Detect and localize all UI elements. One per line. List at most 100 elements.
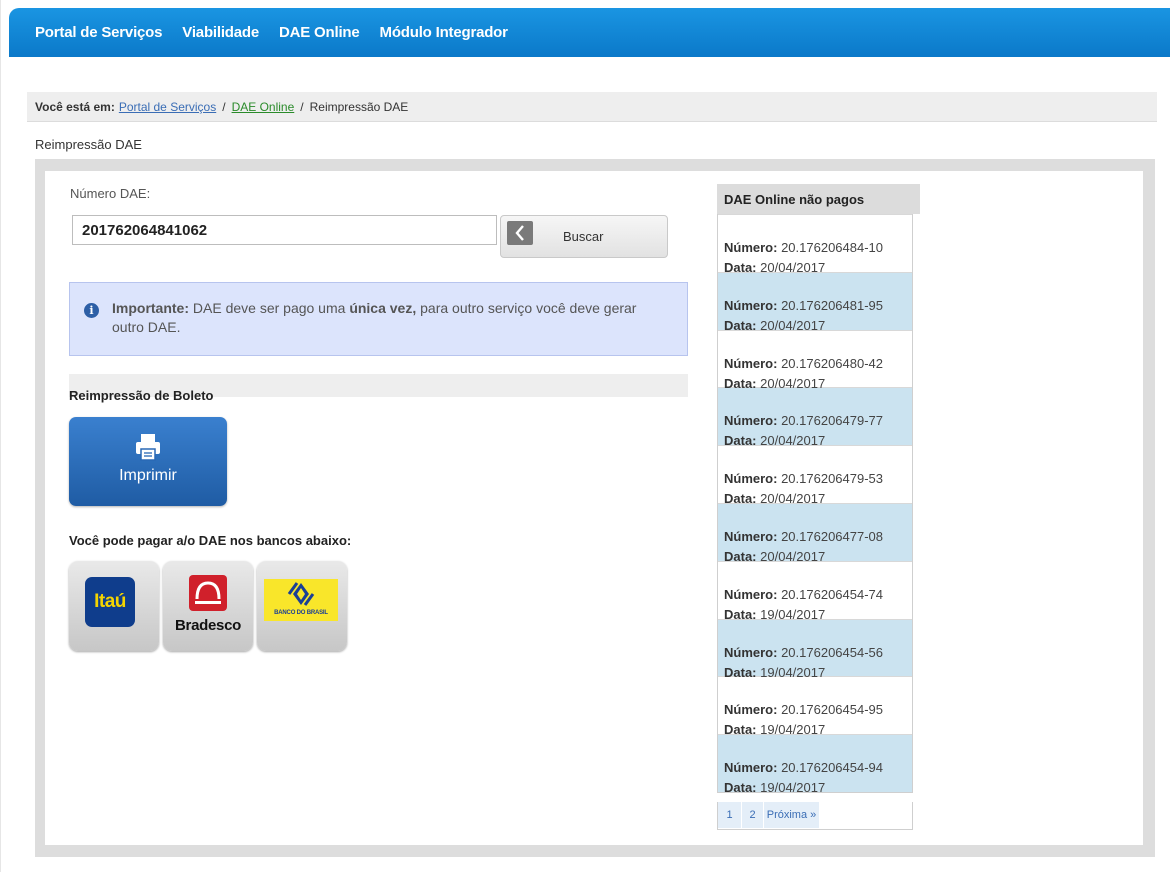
main-panel: Número DAE: Buscar i Importante: DAE dev… (35, 159, 1155, 857)
dae-number-line: Número: 20.176206479-77 (724, 411, 912, 431)
banco-do-brasil-logo: BANCO DO BRASIL (264, 579, 338, 621)
reprint-section-title: Reimpressão de Boleto (69, 388, 214, 403)
breadcrumb-separator: / (222, 99, 226, 114)
itau-logo: Itaú (85, 577, 135, 627)
nav-viabilidade[interactable]: Viabilidade (182, 24, 259, 41)
breadcrumb-label: Você está em: (35, 99, 115, 114)
dae-number-line: Número: 20.176206477-08 (724, 527, 912, 547)
numero-label: Número: (724, 240, 778, 255)
info-icon: i (84, 303, 99, 318)
banco-do-brasil-logo-text: BANCO DO BRASIL (274, 610, 328, 616)
data-label: Data: (724, 606, 757, 622)
dae-number-value: 20.176206454-94 (781, 760, 884, 776)
page-1-link[interactable]: 1 (718, 802, 742, 828)
dae-number-line: Número: 20.176206454-74 (724, 585, 912, 605)
nav-portal-servicos[interactable]: Portal de Serviços (35, 24, 162, 41)
data-label: Data: (724, 260, 757, 275)
dae-number-value: 20.176206477-08 (781, 528, 884, 544)
main-panel-content: Número DAE: Buscar i Importante: DAE dev… (45, 171, 1143, 845)
dae-date-value: 20/04/2017 (760, 260, 826, 275)
unpaid-dae-panel: DAE Online não pagos Número: 20.17620648… (717, 184, 920, 830)
numero-label: Número: (724, 528, 778, 544)
numero-label: Número: (724, 702, 778, 718)
printer-icon (136, 434, 160, 461)
banks-title: Você pode pagar a/o DAE nos bancos abaix… (69, 533, 352, 548)
dae-number-input[interactable] (72, 215, 497, 245)
nav-dae-online[interactable]: DAE Online (279, 24, 360, 41)
breadcrumb-current: Reimpressão DAE (309, 99, 409, 114)
pagination: 1 2 Próxima » (717, 802, 913, 830)
dae-date-value: 20/04/2017 (760, 317, 826, 333)
dae-number-line: Número: 20.176206479-53 (724, 469, 912, 489)
dae-date-value: 19/04/2017 (760, 780, 826, 796)
print-button-label: Imprimir (119, 467, 177, 484)
data-label: Data: (724, 548, 757, 564)
bradesco-logo-text: Bradesco (175, 617, 241, 634)
alert-lead: Importante: (112, 300, 189, 316)
dae-number-line: Número: 20.176206484-10 (724, 238, 912, 258)
alert-text: Importante: DAE deve ser pago uma única … (112, 300, 636, 335)
unpaid-dae-item[interactable]: Número: 20.176206454-56 Data: 19/04/2017 (718, 618, 912, 680)
breadcrumb-dae-online-link[interactable]: DAE Online (232, 100, 295, 114)
dae-number-line: Número: 20.176206454-95 (724, 700, 912, 720)
dae-date-value: 19/04/2017 (760, 722, 826, 738)
important-alert: i Importante: DAE deve ser pago uma únic… (69, 282, 688, 356)
chevron-left-icon (507, 221, 533, 245)
data-label: Data: (724, 433, 757, 449)
unpaid-dae-item[interactable]: Número: 20.176206481-95 Data: 20/04/2017 (718, 271, 912, 333)
dae-date-value: 20/04/2017 (760, 491, 826, 507)
dae-number-line: Número: 20.176206454-94 (724, 758, 912, 778)
next-page-link[interactable]: Próxima » (764, 802, 820, 828)
data-label: Data: (724, 664, 757, 680)
data-label: Data: (724, 375, 757, 391)
breadcrumb-portal-link[interactable]: Portal de Serviços (119, 100, 216, 114)
bradesco-logo (189, 575, 227, 611)
page-2-link[interactable]: 2 (742, 802, 764, 828)
dae-number-value: 20.176206454-95 (781, 702, 884, 718)
numero-label: Número: (724, 355, 778, 371)
dae-date-value: 19/04/2017 (760, 664, 826, 680)
data-label: Data: (724, 780, 757, 796)
dae-number-value: 20.176206484-10 (781, 240, 884, 255)
dae-number-value: 20.176206481-95 (781, 297, 884, 313)
numero-label: Número: (724, 586, 778, 602)
itau-bank-button[interactable]: Itaú (69, 561, 159, 651)
unpaid-dae-item[interactable]: Número: 20.176206477-08 Data: 20/04/2017 (718, 502, 912, 564)
alert-emphasis: única vez, (349, 300, 417, 316)
unpaid-dae-item[interactable]: Número: 20.176206484-10 Data: 20/04/2017 (718, 214, 912, 275)
nav-modulo-integrador[interactable]: Módulo Integrador (380, 24, 508, 41)
dae-number-line: Número: 20.176206481-95 (724, 296, 912, 316)
data-label: Data: (724, 491, 757, 507)
bradesco-bank-button[interactable]: Bradesco (163, 561, 253, 651)
unpaid-dae-item[interactable]: Número: 20.176206480-42 Data: 20/04/2017 (718, 329, 912, 391)
dae-date-value: 20/04/2017 (760, 433, 826, 449)
breadcrumb: Você está em: Portal de Serviços / DAE O… (27, 92, 1157, 122)
page-title: Reimpressão DAE (35, 137, 142, 152)
data-label: Data: (724, 722, 757, 738)
top-navigation: Portal de Serviços Viabilidade DAE Onlin… (9, 8, 1170, 57)
dae-date-value: 20/04/2017 (760, 548, 826, 564)
unpaid-dae-item[interactable]: Número: 20.176206454-94 Data: 19/04/2017 (718, 734, 912, 796)
search-button[interactable]: Buscar (500, 215, 668, 258)
unpaid-dae-item[interactable]: Número: 20.176206454-95 Data: 19/04/2017 (718, 676, 912, 738)
data-label: Data: (724, 317, 757, 333)
banco-do-brasil-bank-button[interactable]: BANCO DO BRASIL (257, 561, 347, 651)
numero-label: Número: (724, 760, 778, 776)
dae-number-label: Número DAE: (70, 186, 151, 201)
unpaid-dae-item[interactable]: Número: 20.176206479-53 Data: 20/04/2017 (718, 445, 912, 507)
dae-number-line: Número: 20.176206480-42 (724, 354, 912, 374)
dae-date-value: 19/04/2017 (760, 606, 826, 622)
search-button-label: Buscar (563, 229, 604, 244)
unpaid-dae-item[interactable]: Número: 20.176206454-74 Data: 19/04/2017 (718, 560, 912, 622)
unpaid-dae-list: Número: 20.176206484-10 Data: 20/04/2017 N… (717, 214, 913, 796)
dae-number-line: Número: 20.176206454-56 (724, 643, 912, 663)
unpaid-dae-item[interactable]: Número: 20.176206479-77 Data: 20/04/2017 (718, 387, 912, 449)
dae-number-value: 20.176206479-53 (781, 471, 884, 487)
print-button[interactable]: Imprimir (69, 417, 227, 506)
unpaid-dae-title: DAE Online não pagos (717, 184, 920, 214)
dae-number-value: 20.176206480-42 (781, 355, 884, 371)
breadcrumb-separator: / (300, 99, 304, 114)
itau-logo-text: Itaú (94, 591, 126, 612)
numero-label: Número: (724, 644, 778, 660)
dae-number-value: 20.176206454-56 (781, 644, 884, 660)
